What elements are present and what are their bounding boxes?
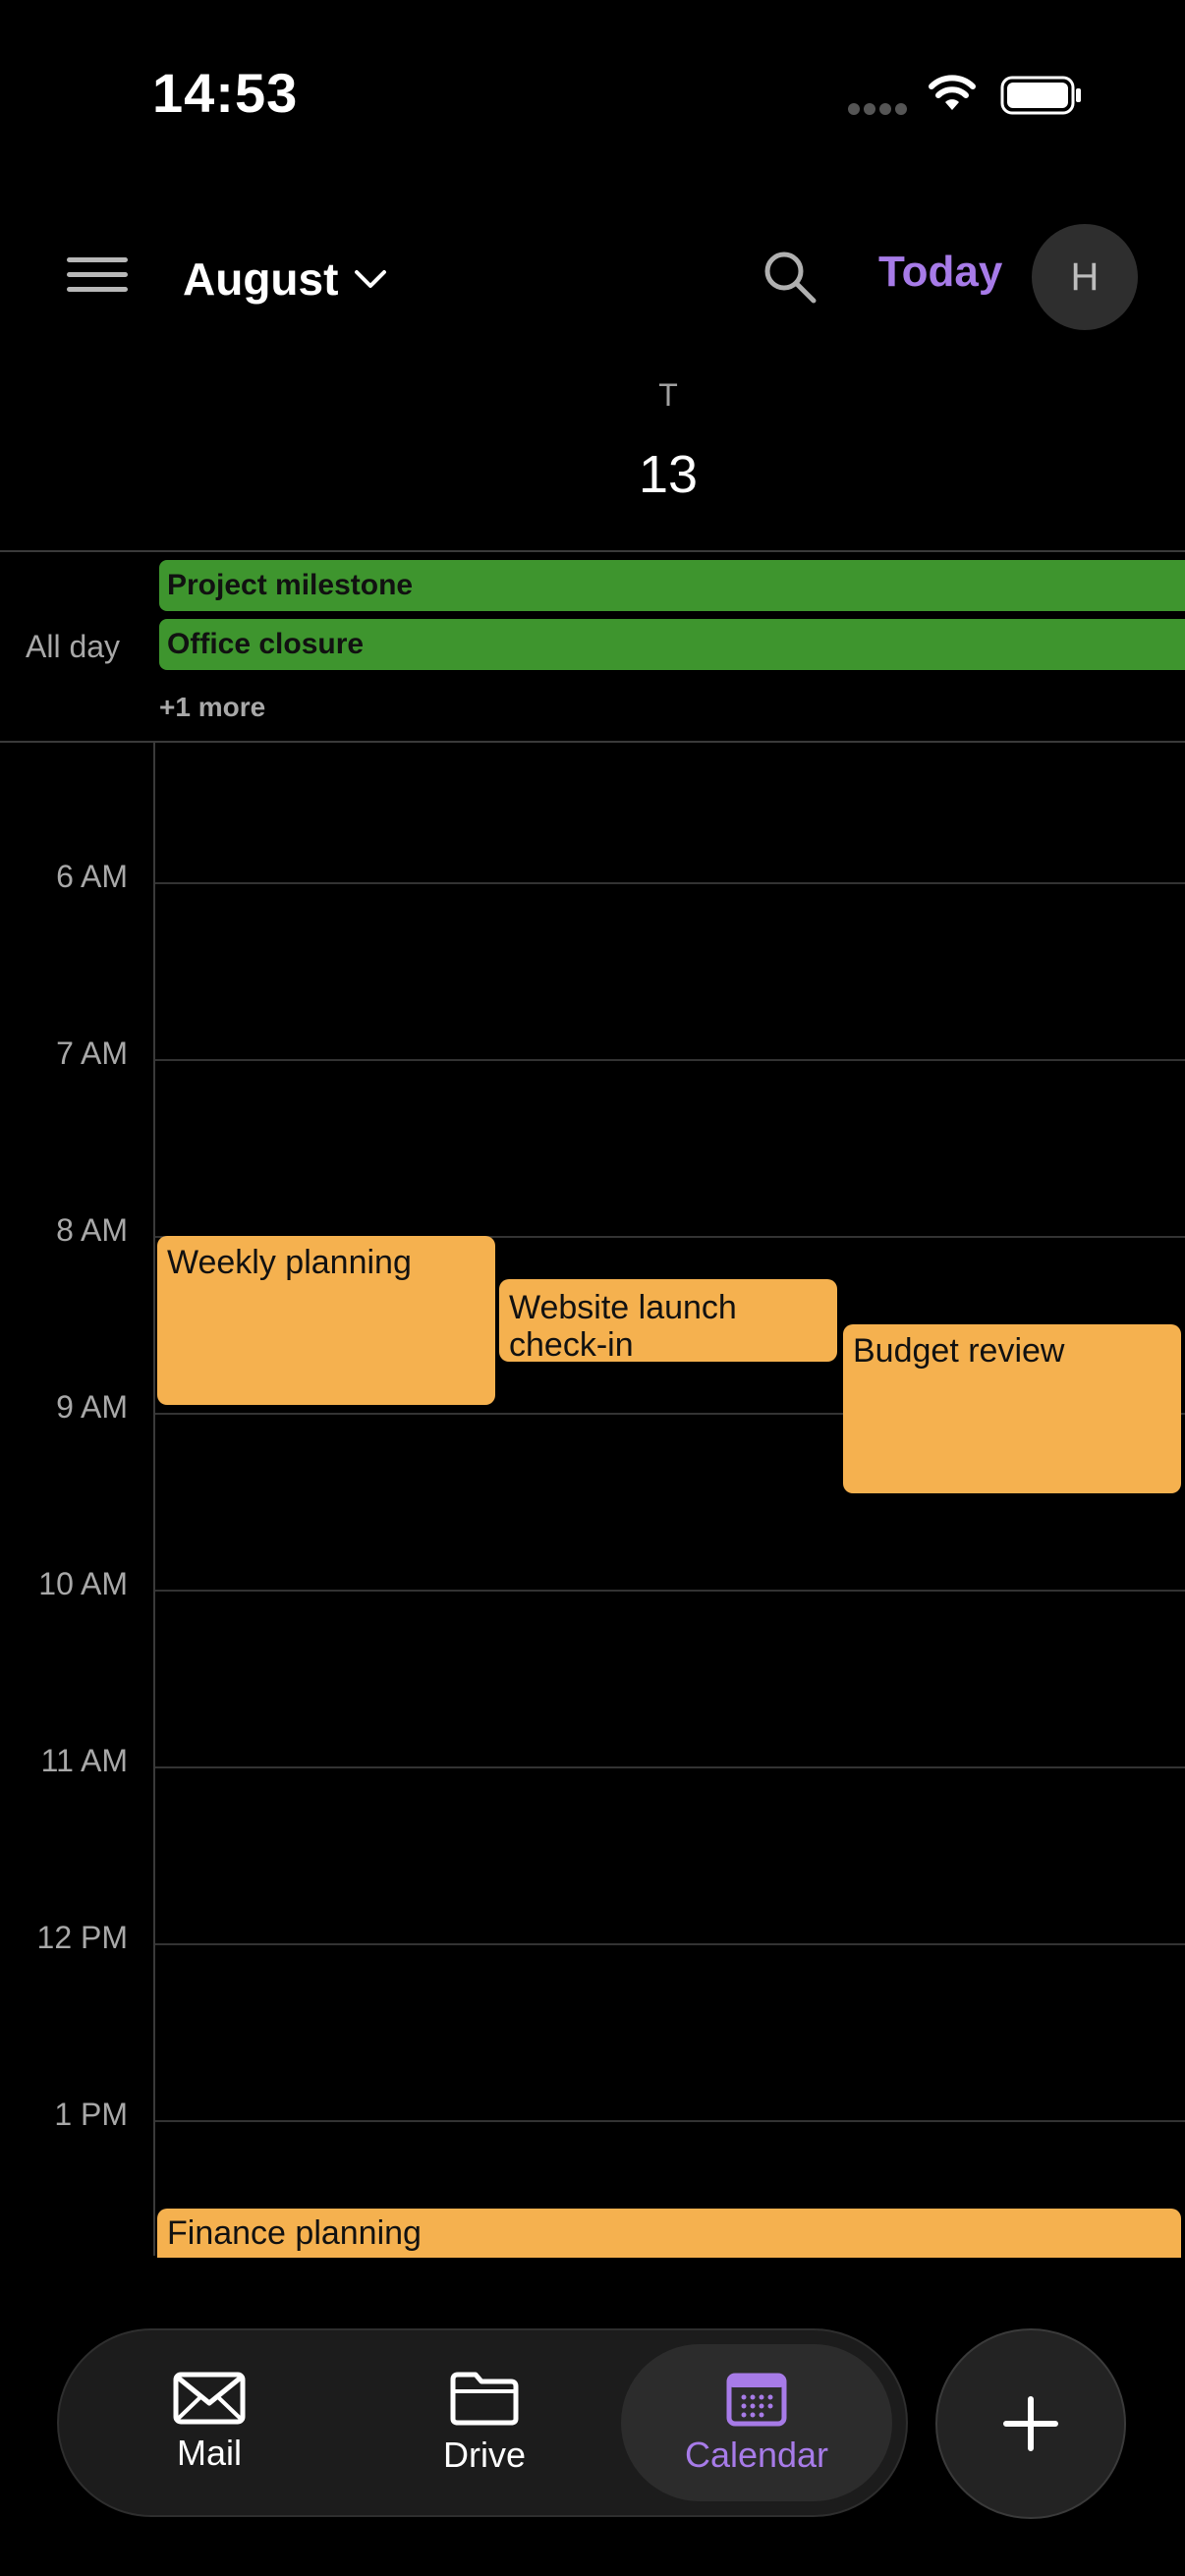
hour-line: [155, 1590, 1185, 1592]
hour-label: 10 AM: [38, 1566, 128, 1601]
mail-icon: [173, 2372, 246, 2425]
event-website-launch-check-in[interactable]: Website launch check-in: [499, 1279, 837, 1364]
avatar[interactable]: H: [1032, 224, 1138, 330]
all-day-divider: [0, 741, 1185, 743]
wifi-icon: [929, 75, 976, 110]
header-divider: [0, 550, 1185, 552]
tab-drive[interactable]: Drive: [383, 2344, 586, 2501]
hour-label: 1 PM: [54, 2097, 128, 2132]
tab-mail-label: Mail: [176, 2433, 242, 2473]
all-day-label: All day: [26, 629, 121, 664]
event-finance-planning[interactable]: Finance planning: [157, 2209, 1181, 2258]
hour-label: 12 PM: [36, 1920, 128, 1955]
status-time: 14:53: [152, 62, 299, 124]
all-day-event[interactable]: Office closure: [159, 619, 1185, 670]
month-selector[interactable]: August: [183, 250, 387, 308]
hour-line: [155, 882, 1185, 884]
add-event-button[interactable]: [935, 2328, 1126, 2519]
hour-label: 6 AM: [56, 859, 128, 894]
month-label: August: [183, 253, 339, 305]
tab-mail[interactable]: Mail: [108, 2344, 310, 2501]
menu-icon[interactable]: [67, 257, 132, 295]
battery-icon: [1000, 76, 1081, 115]
time-column-divider: [153, 743, 155, 2256]
today-button[interactable]: Today: [878, 248, 1002, 297]
search-icon[interactable]: [762, 250, 818, 305]
hour-label: 11 AM: [40, 1743, 128, 1778]
hour-label: 8 AM: [56, 1212, 128, 1248]
cellular-signal-icon: [848, 103, 907, 115]
chevron-down-icon: [355, 270, 387, 288]
hour-label: 7 AM: [56, 1036, 128, 1071]
tab-calendar-label: Calendar: [684, 2435, 829, 2475]
event-weekly-planning[interactable]: Weekly planning: [157, 1236, 495, 1405]
tab-calendar[interactable]: Calendar: [621, 2344, 892, 2501]
hour-line: [155, 2120, 1185, 2122]
calendar-icon: [726, 2373, 787, 2427]
all-day-event[interactable]: Project milestone: [159, 560, 1185, 611]
hour-label: 9 AM: [56, 1389, 128, 1425]
day-number[interactable]: 13: [0, 444, 1185, 505]
weekday-letter: T: [658, 377, 678, 413]
tab-drive-label: Drive: [442, 2435, 526, 2475]
event-budget-review[interactable]: Budget review: [843, 1324, 1181, 1493]
folder-icon: [450, 2372, 519, 2426]
hour-line: [155, 1059, 1185, 1061]
hour-line: [155, 1766, 1185, 1768]
plus-icon: [1003, 2396, 1058, 2451]
hour-line: [155, 1943, 1185, 1945]
more-events-link[interactable]: +1 more: [159, 692, 265, 723]
